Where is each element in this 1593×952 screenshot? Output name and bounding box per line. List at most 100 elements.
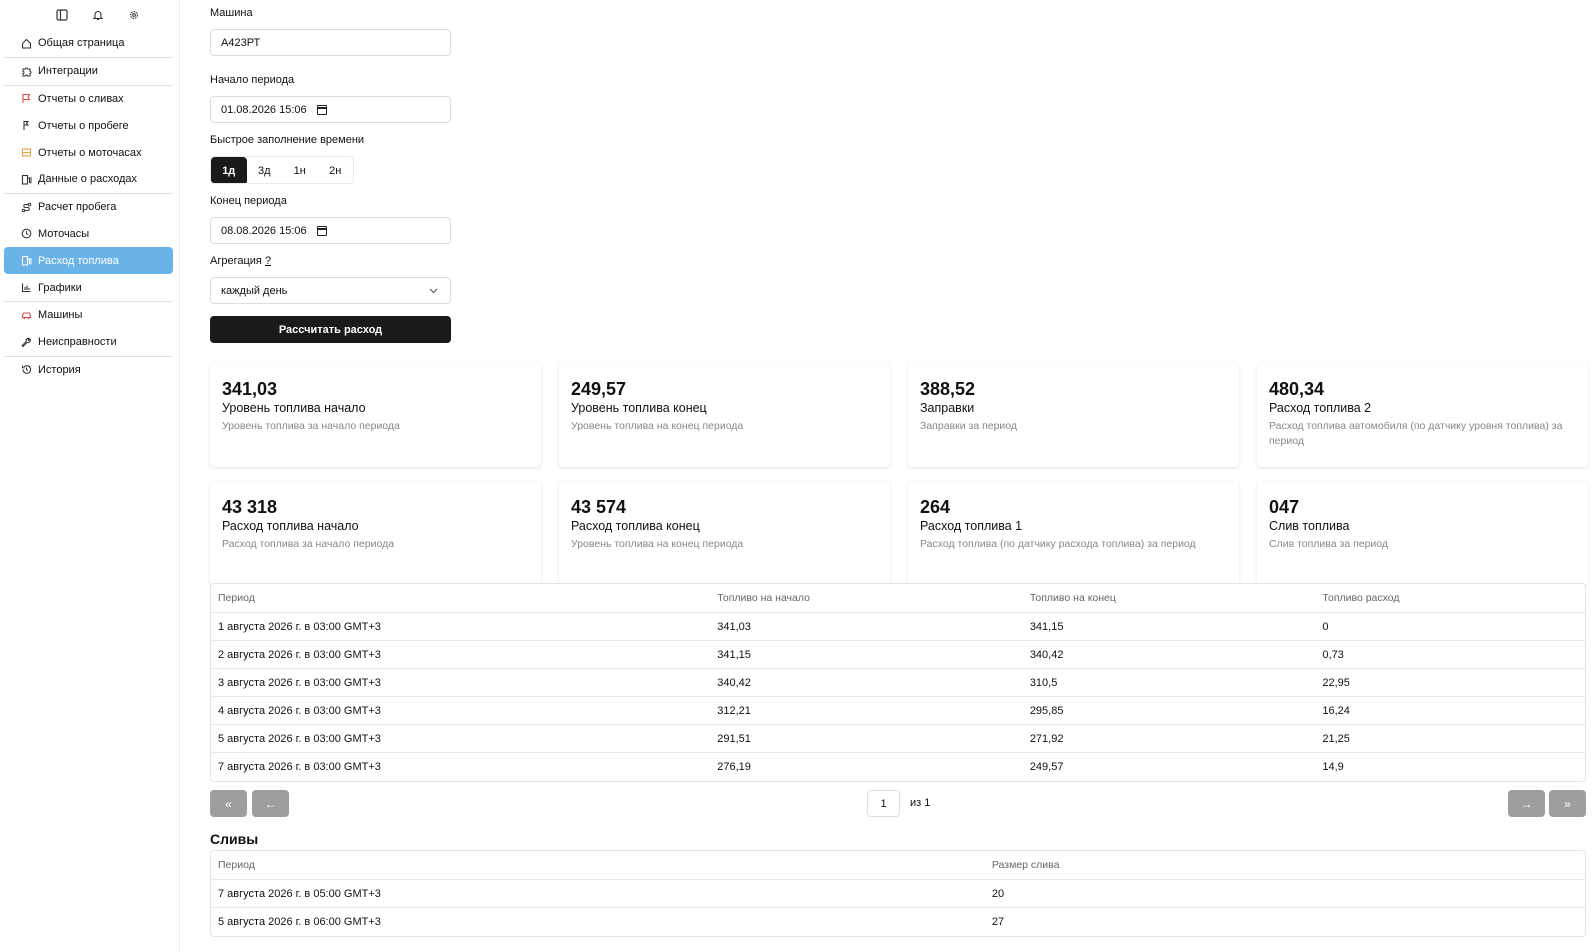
card-value: 388,52	[920, 379, 976, 399]
summary-card: 388,52 Заправки Заправки за период	[908, 363, 1239, 467]
calculate-button[interactable]: Рассчитать расход	[210, 316, 451, 343]
last-page-button[interactable]: »	[1549, 790, 1586, 817]
sidebar-item-motohours-reports[interactable]: Отчеты о моточасах	[4, 139, 173, 166]
quick-fill-label: Быстрое заполнение времени	[210, 134, 365, 146]
clock-icon	[20, 228, 32, 240]
aggregation-label: Агрегация ?	[210, 255, 451, 267]
table-cell: 5 августа 2026 г. в 03:00 GMT+3	[218, 732, 381, 745]
table-header-row: Период Размер слива	[211, 851, 1585, 880]
table-cell: 16,24	[1322, 704, 1350, 717]
card-value: 43 318	[222, 497, 278, 517]
table-row: 4 августа 2026 г. в 03:00 GMT+3 312,21 2…	[211, 697, 1585, 725]
column-header-fuel-start: Топливо на начало	[717, 592, 810, 604]
gear-icon[interactable]	[116, 0, 152, 30]
table-row: 7 августа 2026 г. в 03:00 GMT+3 276,19 2…	[211, 753, 1585, 781]
machine-field: Машина А423РТ	[210, 7, 451, 56]
end-period-field: Конец периода 08.08.2026 15:06	[210, 195, 451, 244]
card-title: Уровень топлива начало	[222, 401, 366, 415]
main-content: Машина А423РТ Начало периода 01.08.2026 …	[210, 0, 1588, 952]
sidebar-item-label: Интеграции	[38, 65, 98, 78]
card-title: Расход топлива конец	[571, 519, 700, 533]
card-title: Слив топлива	[1269, 519, 1350, 533]
table-cell: 291,51	[717, 732, 751, 745]
aggregation-label-text: Агрегация	[210, 255, 262, 267]
table-cell: 4 августа 2026 г. в 03:00 GMT+3	[218, 704, 381, 717]
end-period-input[interactable]: 08.08.2026 15:06	[210, 217, 451, 244]
chart-icon	[20, 282, 32, 294]
sidebar-item-expenses[interactable]: Данные о расходах	[4, 166, 173, 193]
quick-fill-1d-button[interactable]: 1д	[211, 157, 247, 183]
home-icon	[20, 37, 32, 49]
sidebar-item-home[interactable]: Общая страница	[4, 30, 173, 57]
card-value: 480,34	[1269, 379, 1325, 399]
card-subtitle: Уровень топлива за начало периода	[222, 420, 400, 432]
sidebar-item-machines[interactable]: Машины	[4, 302, 173, 329]
sidebar-item-label: Графики	[38, 281, 82, 294]
table-cell: 340,42	[1029, 648, 1064, 661]
sidebar-item-mileage-reports[interactable]: Отчеты о пробеге	[4, 112, 173, 139]
column-header-fuel-end: Топливо на конец	[1029, 592, 1116, 604]
column-header-period: Период	[218, 592, 255, 604]
quick-fill-3d-button[interactable]: 3д	[247, 157, 283, 183]
flag-icon	[20, 93, 32, 105]
table-cell: 2 августа 2026 г. в 03:00 GMT+3	[218, 648, 381, 661]
history-icon	[20, 364, 32, 376]
table-cell: 310,5	[1029, 676, 1058, 689]
summary-card: 43 574 Расход топлива конец Уровень топл…	[559, 481, 890, 585]
sidebar-toggle-icon[interactable]	[44, 0, 80, 30]
table-cell: 341,03	[717, 620, 751, 633]
puzzle-icon	[20, 65, 32, 77]
quick-fill-group: 1д 3д 1н 2н	[210, 156, 354, 184]
consumption-table: Период Топливо на начало Топливо на коне…	[210, 583, 1586, 782]
sidebar-item-mileage-calc[interactable]: Расчет пробега	[4, 194, 173, 221]
sidebar-item-fuel-consumption[interactable]: Расход топлива	[4, 247, 173, 275]
table-cell: 27	[991, 916, 1005, 928]
start-period-input[interactable]: 01.08.2026 15:06	[210, 96, 451, 123]
submit-field: Рассчитать расход	[210, 316, 451, 343]
sidebar: Общая страница Интеграции Отчеты о слива…	[0, 0, 180, 952]
table-cell: 0,73	[1322, 648, 1344, 661]
car-icon	[20, 309, 32, 321]
table-cell: 295,85	[1029, 704, 1064, 717]
aggregation-help[interactable]: ?	[265, 255, 271, 267]
card-subtitle: Уровень топлива на конец периода	[571, 420, 744, 432]
sidebar-item-label: Расход топлива	[38, 254, 119, 267]
bell-icon[interactable]	[80, 0, 116, 30]
fuel-icon	[20, 255, 32, 267]
page-number-input[interactable]: 1	[867, 790, 900, 817]
table-cell: 276,19	[717, 761, 751, 773]
start-period-label: Начало периода	[210, 74, 295, 86]
sidebar-item-faults[interactable]: Неисправности	[4, 329, 173, 356]
aggregation-value: каждый день	[221, 284, 288, 297]
machine-input[interactable]: А423РТ	[210, 29, 451, 56]
pagination: « ← 1 из 1 → »	[210, 790, 1586, 818]
calendar-icon[interactable]	[316, 225, 327, 236]
sidebar-item-drain-reports[interactable]: Отчеты о сливах	[4, 86, 173, 113]
drains-table: Период Размер слива 7 августа 2026 г. в …	[210, 850, 1586, 937]
prev-page-button[interactable]: ←	[252, 790, 289, 817]
first-page-button[interactable]: «	[210, 790, 247, 817]
sidebar-item-charts[interactable]: Графики	[4, 274, 173, 301]
summary-card: 249,57 Уровень топлива конец Уровень топ…	[559, 363, 890, 467]
table-cell: 14,9	[1322, 761, 1344, 773]
drains-title: Сливы	[210, 831, 259, 847]
sidebar-item-motohours[interactable]: Моточасы	[4, 221, 173, 248]
sidebar-item-label: Отчеты о пробеге	[38, 119, 129, 132]
start-period-field: Начало периода 01.08.2026 15:06	[210, 74, 451, 123]
calendar-icon[interactable]	[316, 104, 327, 115]
card-value: 341,03	[222, 379, 278, 399]
sidebar-item-history[interactable]: История	[4, 357, 173, 384]
table-cell: 7 августа 2026 г. в 03:00 GMT+3	[218, 761, 381, 773]
sidebar-item-integrations[interactable]: Интеграции	[4, 58, 173, 85]
aggregation-select[interactable]: каждый день	[210, 277, 451, 304]
table-row: 1 августа 2026 г. в 03:00 GMT+3 341,03 3…	[211, 613, 1585, 641]
card-value: 43 574	[571, 497, 627, 517]
card-title: Расход топлива 2	[1269, 401, 1372, 415]
summary-cards-row-2: 43 318 Расход топлива начало Расход топл…	[210, 481, 1588, 585]
card-subtitle: Заправки за период	[920, 420, 1018, 432]
quick-fill-1w-button[interactable]: 1н	[282, 157, 318, 183]
table-row: 2 августа 2026 г. в 03:00 GMT+3 341,15 3…	[211, 641, 1585, 669]
next-page-button[interactable]: →	[1508, 790, 1545, 817]
quick-fill-2w-button[interactable]: 2н	[318, 157, 354, 183]
sidebar-item-label: Расчет пробега	[38, 201, 117, 214]
